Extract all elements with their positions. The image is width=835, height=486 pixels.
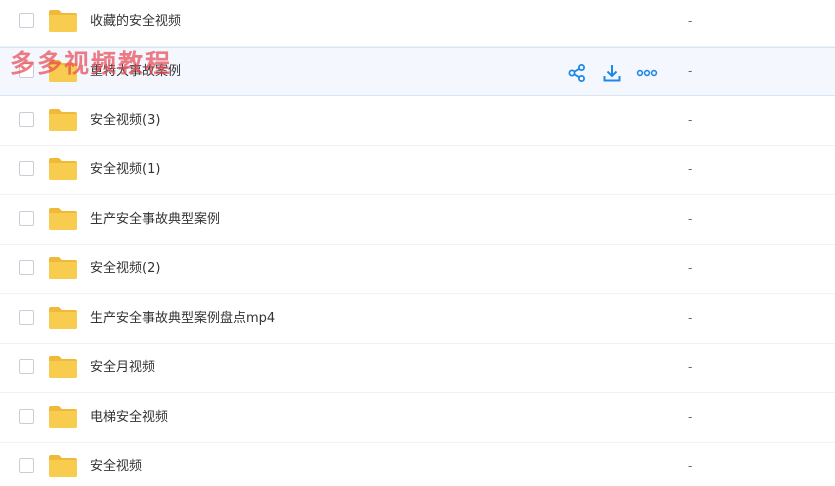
row-checkbox[interactable] — [19, 359, 34, 374]
list-item[interactable]: 安全视频(3) - — [0, 97, 835, 146]
file-list: 收藏的安全视频 - 重特大事故案例 - 安全视频(3) - 安全视频(1) - … — [0, 0, 835, 486]
folder-icon — [49, 455, 77, 477]
list-item[interactable]: 生产安全事故典型案例 - — [0, 196, 835, 245]
row-checkbox[interactable] — [19, 63, 34, 78]
list-item[interactable]: 安全视频(1) - — [0, 146, 835, 195]
file-size: - — [688, 162, 693, 176]
file-size: - — [688, 14, 693, 28]
row-checkbox[interactable] — [19, 458, 34, 473]
folder-icon — [49, 257, 77, 279]
row-checkbox[interactable] — [19, 260, 34, 275]
file-name[interactable]: 安全视频 — [90, 443, 142, 486]
file-size: - — [688, 459, 693, 473]
file-name[interactable]: 重特大事故案例 — [90, 48, 181, 97]
file-size: - — [688, 360, 693, 374]
folder-icon — [49, 109, 77, 131]
share-icon[interactable] — [566, 62, 588, 84]
folder-icon — [49, 208, 77, 230]
file-size: - — [688, 212, 693, 226]
file-size: - — [688, 311, 693, 325]
row-checkbox[interactable] — [19, 161, 34, 176]
list-item[interactable]: 收藏的安全视频 - — [0, 0, 835, 47]
folder-icon — [49, 10, 77, 32]
file-size: - — [688, 64, 693, 78]
folder-icon — [49, 356, 77, 378]
folder-icon — [49, 307, 77, 329]
download-icon[interactable] — [601, 62, 623, 84]
file-size: - — [688, 410, 693, 424]
list-item[interactable]: 生产安全事故典型案例盘点mp4 - — [0, 295, 835, 344]
file-name[interactable]: 电梯安全视频 — [90, 394, 168, 443]
folder-icon — [49, 158, 77, 180]
row-checkbox[interactable] — [19, 310, 34, 325]
file-size: - — [688, 113, 693, 127]
file-name[interactable]: 生产安全事故典型案例 — [90, 196, 220, 245]
list-item[interactable]: 安全月视频 - — [0, 344, 835, 393]
file-name[interactable]: 安全月视频 — [90, 344, 155, 393]
folder-icon — [49, 60, 77, 82]
row-checkbox[interactable] — [19, 211, 34, 226]
file-size: - — [688, 261, 693, 275]
list-item[interactable]: 重特大事故案例 - — [0, 47, 835, 96]
file-name[interactable]: 收藏的安全视频 — [90, 0, 181, 47]
list-item[interactable]: 电梯安全视频 - — [0, 394, 835, 443]
list-item[interactable]: 安全视频 - — [0, 443, 835, 486]
row-checkbox[interactable] — [19, 112, 34, 127]
row-checkbox[interactable] — [19, 13, 34, 28]
more-icon[interactable] — [636, 62, 658, 84]
file-name[interactable]: 安全视频(1) — [90, 146, 160, 195]
folder-icon — [49, 406, 77, 428]
list-item[interactable]: 安全视频(2) - — [0, 245, 835, 294]
file-name[interactable]: 安全视频(2) — [90, 245, 160, 294]
row-checkbox[interactable] — [19, 409, 34, 424]
file-name[interactable]: 生产安全事故典型案例盘点mp4 — [90, 295, 275, 344]
file-name[interactable]: 安全视频(3) — [90, 97, 160, 146]
